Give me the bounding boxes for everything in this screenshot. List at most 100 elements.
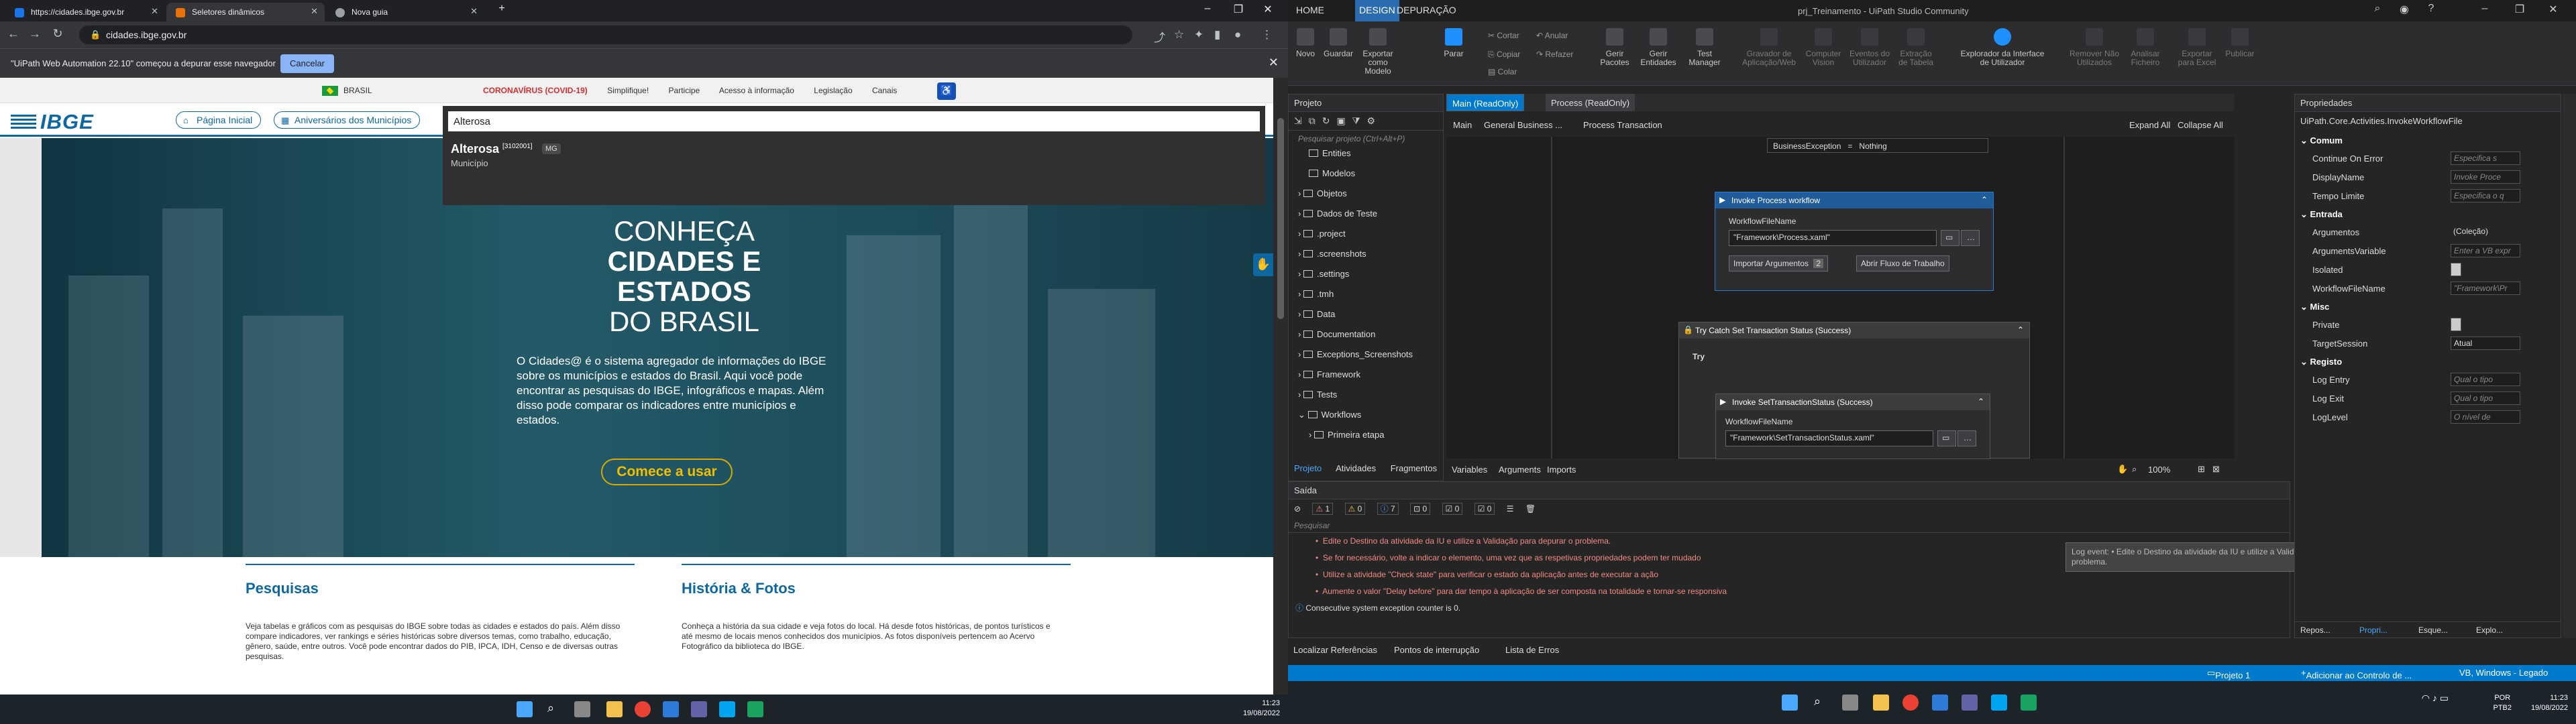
maximize-icon[interactable]: ❐ <box>2506 3 2533 16</box>
doc-tab-process[interactable]: Process (ReadOnly) <box>1546 94 1635 111</box>
breadcrumb-general[interactable]: General Business ... <box>1484 120 1562 130</box>
gov-link-legislacao[interactable]: Legislação <box>814 86 852 95</box>
project-toolbar[interactable]: ⇲⧉↻▣⧩⚙ <box>1289 112 1443 131</box>
prop-value-input[interactable]: Enter a VB expr <box>2451 244 2520 257</box>
accessibility-icon[interactable]: ♿ <box>937 82 956 100</box>
filter-trace-button[interactable]: ⊡ 0 <box>1410 503 1431 515</box>
import-arguments-button[interactable]: Importar Argumentos 2 <box>1729 255 1829 272</box>
ribbon-publicar-button[interactable]: Publicar <box>2223 28 2257 58</box>
comece-a-usar-button[interactable]: Comece a usar <box>601 459 733 485</box>
prop-section[interactable]: ⌄ Entrada <box>2300 209 2343 220</box>
prop-value-input[interactable]: "Framework\Pr <box>2451 282 2520 295</box>
pan-icon[interactable]: ✋ <box>2117 464 2128 475</box>
close-window-icon[interactable]: ✕ <box>2540 3 2567 16</box>
tab-localizar-referencias[interactable]: Localizar Referências <box>1293 645 1377 655</box>
tree-item[interactable]: › .project <box>1298 229 1346 239</box>
section-title[interactable]: História & Fotos <box>682 580 1084 597</box>
chrome-icon[interactable] <box>635 701 651 717</box>
ibge-logo[interactable]: IBGE <box>40 110 94 134</box>
prop-value-input[interactable]: (Coleção) <box>2451 225 2520 239</box>
mail-icon[interactable] <box>663 701 679 717</box>
close-tab-icon[interactable]: ✕ <box>470 6 478 17</box>
invoke-process-activity[interactable]: ▶ Invoke Process workflow ⌃ WorkflowFileNa… <box>1715 192 1994 291</box>
tree-item[interactable]: Entities <box>1309 148 1351 158</box>
chrome-icon[interactable] <box>1902 695 1919 711</box>
list-icon[interactable]: ☰ <box>1507 504 1514 514</box>
back-icon[interactable]: ← <box>4 27 23 41</box>
zoom-select[interactable]: 100% <box>2148 465 2170 475</box>
sidepanel-icon[interactable]: ▮ <box>1214 28 1220 42</box>
tree-item[interactable]: › Documentation <box>1298 329 1375 339</box>
breadcrumb-process[interactable]: Process Transaction <box>1583 120 1662 130</box>
tree-item[interactable]: › .screenshots <box>1298 249 1366 259</box>
uipath-assistant-icon[interactable] <box>1991 695 2007 711</box>
tree-item[interactable]: › Dados de Teste <box>1298 208 1377 219</box>
tab-propriedades[interactable]: Propri... <box>2359 625 2387 635</box>
close-tab-icon[interactable]: ✕ <box>311 6 318 17</box>
filter-debug-button[interactable]: ☑ 0 <box>1474 503 1495 515</box>
doc-tab-main[interactable]: Main (ReadOnly) <box>1446 94 1525 111</box>
tab-lista-erros[interactable]: Lista de Erros <box>1505 645 1559 655</box>
vlibras-icon[interactable]: ✋ <box>1253 253 1273 276</box>
status-source-control[interactable]: + Adicionar ao Controlo de ... <box>2301 668 2412 680</box>
profile-icon[interactable]: ● <box>1234 28 1241 42</box>
tab-atividades[interactable]: Atividades <box>1336 463 1376 473</box>
invoke-settransaction-activity[interactable]: ▶ Invoke SetTransactionStatus (Success) ⌃ … <box>1715 394 1990 459</box>
page-scrollbar[interactable] <box>1273 78 1288 695</box>
log-line[interactable]: • Se for necessário, volte a indicar o e… <box>1316 550 1701 566</box>
browser-tab-seletores[interactable]: Seletores dinâmicos ✕ <box>166 3 325 21</box>
gov-link-participe[interactable]: Participe <box>669 86 700 95</box>
clock-right[interactable]: 11:23 19/08/2022 <box>2531 693 2568 713</box>
gov-link-acesso[interactable]: Acesso à informação <box>719 86 794 95</box>
trash-icon[interactable]: 🗑 <box>1525 504 1536 514</box>
open-workflow-button[interactable]: Abrir Fluxo de Trabalho <box>1856 255 1949 272</box>
close-infobar-icon[interactable]: ✕ <box>1269 56 1279 70</box>
ribbon-exportar-modelo-button[interactable]: Exportar como Modelo <box>1358 28 1398 76</box>
prop-value-input[interactable]: Invoke Proce <box>2451 170 2520 184</box>
ribbon-gravador-button[interactable]: Gravador de Aplicação/Web <box>1739 28 1799 67</box>
tree-item[interactable]: › Exceptions_Screenshots <box>1298 349 1413 359</box>
log-line[interactable]: • Edite o Destino da atividade da IU e u… <box>1316 533 1611 550</box>
scroll-thumb[interactable] <box>1277 118 1284 319</box>
ribbon-novo-button[interactable]: Novo <box>1291 28 1320 58</box>
search-icon[interactable]: ⌕ <box>2364 3 2391 15</box>
help-icon[interactable]: ? <box>2418 3 2445 15</box>
filter-info-button[interactable]: ⓘ 7 <box>1377 503 1399 515</box>
tree-item[interactable]: › Objetos <box>1298 188 1347 198</box>
undo-button[interactable]: ↶ Anular <box>1536 31 1568 40</box>
isolated-checkbox[interactable] <box>2451 263 2461 276</box>
tree-item[interactable]: › Primeira etapa <box>1309 430 1385 440</box>
ribbon-extracao-button[interactable]: Extração de Tabela <box>1896 28 1936 67</box>
language-indicator[interactable]: POR PTB2 <box>2493 693 2512 713</box>
prop-value-input[interactable]: Especifica o q <box>2451 189 2520 202</box>
tree-item[interactable]: ⌄ Workflows <box>1298 410 1361 420</box>
folder-browse-icon[interactable]: ▭ <box>1937 430 1956 446</box>
prop-value-input[interactable]: Qual o tipo <box>2451 373 2520 386</box>
nav-pagina-inicial[interactable]: ⌂ Página Inicial <box>176 111 262 129</box>
ribbon-guardar-button[interactable]: Guardar <box>1322 28 1355 58</box>
filter-error-button[interactable]: ⚠ 1 <box>1312 503 1334 515</box>
breadcrumb-main[interactable]: Main <box>1453 120 1472 130</box>
minimize-icon[interactable]: – <box>2471 3 2498 15</box>
start-icon[interactable] <box>517 701 533 717</box>
paste-button[interactable]: ▤ Colar <box>1488 67 1517 76</box>
uipath-assistant-icon[interactable] <box>719 701 735 717</box>
close-window-icon[interactable]: ✕ <box>1254 3 1281 16</box>
redo-button[interactable]: ↷ Refazer <box>1536 50 1573 59</box>
arguments-tab[interactable]: Arguments <box>1499 465 1541 475</box>
collapse-icon[interactable]: ⌃ <box>1981 195 1988 204</box>
search-icon[interactable]: ⌕ <box>547 701 564 717</box>
tab-pontos-interrupcao[interactable]: Pontos de interrupção <box>1394 645 1479 655</box>
uipath-studio-icon[interactable] <box>747 701 763 717</box>
start-icon[interactable] <box>1782 695 1798 711</box>
tree-item[interactable]: › Tests <box>1298 389 1337 400</box>
clear-output-icon[interactable]: ⊘ <box>1294 504 1301 514</box>
filter-verbose-button[interactable]: ☑ 0 <box>1442 503 1463 515</box>
clock-left[interactable]: 11:23 19/08/2022 <box>1243 699 1280 719</box>
tab-repos[interactable]: Repos... <box>2300 625 2330 635</box>
prop-section[interactable]: ⌄ Registo <box>2300 357 2342 367</box>
ribbon-exportar-excel-button[interactable]: Exportar para Excel <box>2174 28 2220 67</box>
account-icon[interactable]: ◉ <box>2391 3 2418 16</box>
file-explorer-icon[interactable] <box>1873 695 1889 711</box>
gov-link-canais[interactable]: Canais <box>872 86 897 95</box>
